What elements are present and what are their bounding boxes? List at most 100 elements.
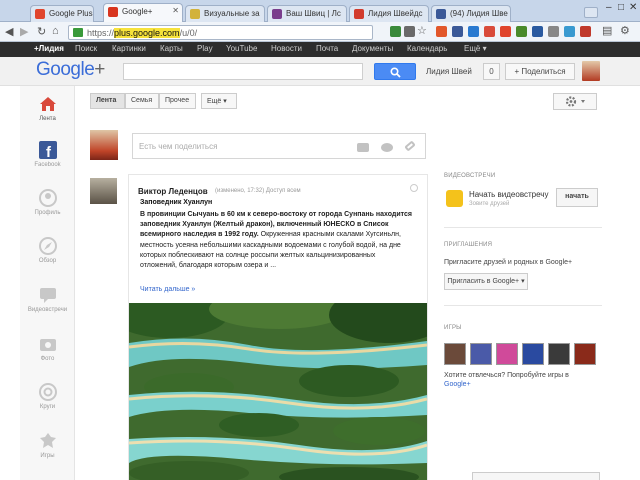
extension-icon[interactable] — [390, 26, 401, 37]
nav-item-stream[interactable]: Лента — [20, 94, 75, 122]
back-icon[interactable]: ◀ — [5, 25, 13, 38]
extension-icon[interactable] — [516, 26, 527, 37]
gbar-item-news[interactable]: Новости — [271, 44, 302, 53]
hangout-text[interactable]: Начать видеовстречу — [469, 190, 548, 199]
wrench-settings-icon[interactable]: ⚙ — [620, 24, 630, 37]
page-favicon-icon — [272, 9, 282, 19]
close-window-icon[interactable]: ✕ — [629, 2, 637, 13]
nav-item-facebook[interactable]: f Facebook — [20, 140, 75, 168]
browser-tab[interactable]: Google Plus Ho — [30, 5, 94, 22]
game-tile[interactable] — [496, 343, 518, 365]
video-icon[interactable] — [381, 143, 393, 152]
tab-label: Лидия Швейдс — [368, 9, 423, 18]
google-plus-logo[interactable]: Google+ — [36, 59, 105, 81]
gbar-item-docs[interactable]: Документы — [352, 44, 393, 53]
avatar — [90, 130, 118, 160]
post-photo[interactable] — [129, 303, 427, 480]
nav-item-profile[interactable]: Профиль — [20, 188, 75, 216]
share-box: Есть чем поделиться — [90, 127, 428, 165]
address-bar[interactable]: https://plus.google.com/u/0/ — [68, 25, 373, 40]
post-author[interactable]: Виктор Леденцов — [138, 187, 208, 196]
tab-other[interactable]: Прочее — [159, 93, 196, 109]
share-button[interactable]: + Поделиться — [505, 63, 575, 80]
bookmark-star-icon[interactable]: ☆ — [417, 24, 427, 37]
tab-label: Ваш Швиц | Лс — [286, 9, 341, 18]
reload-icon[interactable]: ↻ — [37, 25, 46, 38]
extension-icon[interactable] — [500, 26, 511, 37]
home-icon[interactable]: ⌂ — [52, 25, 59, 37]
extension-icon[interactable] — [564, 26, 575, 37]
browser-tab[interactable]: Лидия Швейдс — [349, 5, 429, 22]
start-hangout-button[interactable]: начать — [556, 188, 598, 207]
home-icon — [39, 97, 56, 111]
forward-icon[interactable]: ▶ — [20, 25, 28, 38]
gbar-item-youtube[interactable]: YouTube — [226, 44, 257, 53]
browser-tab[interactable]: (94) Лидия Шве — [431, 5, 511, 22]
extension-icon[interactable] — [532, 26, 543, 37]
read-more-link[interactable]: Читать дальше » — [140, 286, 195, 293]
close-tab-icon[interactable]: ✕ — [172, 6, 179, 15]
tab-label: Google+ — [122, 7, 153, 16]
extension-icon[interactable] — [580, 26, 591, 37]
extension-icon[interactable] — [548, 26, 559, 37]
extension-icon[interactable] — [468, 26, 479, 37]
browser-tab[interactable]: Ваш Швиц | Лс — [267, 5, 347, 22]
chat-bar[interactable] — [472, 472, 600, 480]
gbar-item-maps[interactable]: Карты — [160, 44, 183, 53]
invites-header: ПРИГЛАШЕНИЯ — [444, 242, 493, 248]
game-tile[interactable] — [470, 343, 492, 365]
gbar-item-play[interactable]: Play — [197, 44, 213, 53]
invite-text: Пригласите друзей и родных в Google+ — [444, 259, 573, 266]
game-tile[interactable] — [548, 343, 570, 365]
link-icon[interactable] — [404, 140, 416, 152]
game-tile[interactable] — [522, 343, 544, 365]
post-title: Заповедник Хуанлун — [140, 199, 213, 206]
tab-more[interactable]: Ещё ▾ — [201, 93, 237, 109]
url-path: /u/0/ — [179, 28, 198, 38]
nav-item-circles[interactable]: Круги — [20, 382, 75, 410]
photo-icon[interactable] — [357, 143, 369, 152]
gbar-item-calendar[interactable]: Календарь — [407, 44, 447, 53]
gbar-item-profile[interactable]: +Лидия — [34, 44, 64, 53]
avatar[interactable] — [90, 178, 117, 204]
tab-family[interactable]: Семья — [125, 93, 159, 109]
avatar[interactable] — [582, 61, 600, 81]
gbar-item-mail[interactable]: Почта — [316, 44, 338, 53]
nav-item-explore[interactable]: Обзор — [20, 236, 75, 264]
notifications-count[interactable]: 0 — [483, 63, 500, 80]
game-tile[interactable] — [574, 343, 596, 365]
nav-item-photos[interactable]: Фото — [20, 334, 75, 362]
huanglong-terraces-photo — [129, 303, 427, 480]
url-scheme: https:// — [87, 28, 115, 38]
search-input[interactable] — [123, 63, 363, 80]
invite-button[interactable]: Пригласить в Google+ ▾ — [444, 273, 528, 290]
page-menu-icon[interactable]: ▤ — [602, 24, 612, 37]
extension-icon[interactable] — [484, 26, 495, 37]
browser-tab[interactable]: Визуальные за — [185, 5, 265, 22]
games-text-body: Хотите отвлечься? Попробуйте игры в — [444, 372, 569, 379]
game-tile[interactable] — [444, 343, 466, 365]
new-tab-button[interactable] — [584, 7, 598, 18]
games-link[interactable]: Google+ — [444, 381, 471, 388]
gbar-item-more[interactable]: Ещё ▾ — [464, 44, 487, 53]
stream-post: Виктор Леденцов (изменено, 17:32) Доступ… — [90, 174, 428, 480]
maximize-icon[interactable]: □ — [618, 2, 624, 13]
gbar-item-search[interactable]: Поиск — [75, 44, 97, 53]
browser-tab-active[interactable]: Google+ ✕ — [103, 3, 183, 23]
profile-icon — [38, 189, 57, 207]
post-meta: (изменено, 17:32) Доступ всем — [215, 188, 301, 194]
tab-stream[interactable]: Лента — [90, 93, 125, 109]
extension-icon[interactable] — [436, 26, 447, 37]
gbar-item-images[interactable]: Картинки — [112, 44, 146, 53]
nav-item-hangouts[interactable]: Видеовстречи — [20, 285, 75, 313]
share-input[interactable]: Есть чем поделиться — [132, 133, 426, 159]
minimize-icon[interactable]: – — [606, 2, 612, 13]
post-menu-icon[interactable] — [410, 184, 418, 192]
username[interactable]: Лидия Швей — [426, 67, 472, 76]
extension-icon[interactable] — [404, 26, 415, 37]
nav-item-games[interactable]: Игры — [20, 431, 75, 459]
extension-icon[interactable] — [452, 26, 463, 37]
logo-text: Google — [36, 59, 95, 80]
stream-settings-button[interactable] — [553, 93, 597, 110]
search-button[interactable] — [374, 63, 416, 80]
